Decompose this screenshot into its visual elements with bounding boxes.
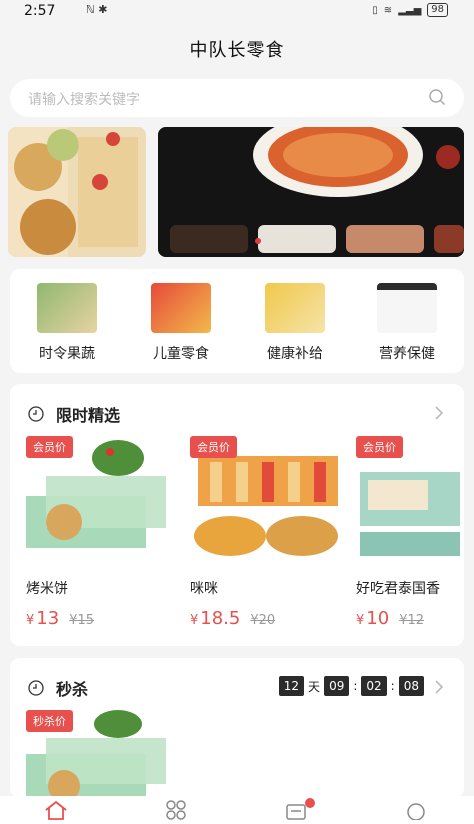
category-image [377,283,437,333]
product-card[interactable]: 会员价 咪咪 ¥18.5 ¥20 [190,436,342,629]
category-label: 时令果蔬 [39,346,95,362]
original-price: ¥12 [399,613,425,628]
search-bar[interactable]: 请输入搜索关键字 [10,79,464,117]
product-prices: ¥13 ¥15 [26,608,178,629]
countdown-seconds: 08 [398,676,424,696]
signal-icon: ▂▃▅ [398,4,422,16]
category-label: 健康补给 [267,346,323,362]
banner-left[interactable] [8,127,146,257]
product-name: 烤米饼 [26,581,68,597]
member-price-badge: 会员价 [26,436,73,458]
product-price: ¥13 [26,608,60,629]
wifi-icon: ≋ [383,4,393,16]
section-title: 秒杀 [56,680,89,699]
product-image: 秒杀价 [26,710,178,798]
product-card[interactable]: 会员价 好吃君泰国香 ¥10 ¥12 [356,436,464,629]
category-health-supply[interactable]: 健康补给 [240,283,350,363]
product-price: ¥10 [356,608,390,629]
category-image [151,283,211,333]
flash-product-card[interactable]: 秒杀价 [26,710,178,798]
category-seasonal-fruits[interactable]: 时令果蔬 [12,283,122,363]
day-unit: 天 [308,679,321,694]
product-name: 好吃君泰国香 [356,581,440,597]
status-time: 2:57 [24,3,56,19]
bottom-tab-bar [0,796,474,824]
home-icon[interactable] [44,800,68,820]
flash-sale-section: 秒杀 12 天 09 : 02 : 08 秒杀价 [10,658,464,798]
product-prices: ¥18.5 ¥20 [190,608,342,629]
category-label: 儿童零食 [153,346,209,362]
profile-icon[interactable] [404,800,428,820]
flash-price-badge: 秒杀价 [26,710,73,732]
section-title: 限时精选 [56,406,121,425]
product-card[interactable]: 会员价 烤米饼 ¥13 ¥15 [26,436,178,629]
rice-cracker-banner-image [8,127,146,257]
chevron-right-icon[interactable] [434,679,444,695]
status-bar: 2:57 ℕ ✱ ▯ ≋ ▂▃▅ 98 [0,0,474,24]
vibrate-icon: ▯ [372,4,378,16]
product-image: 会员价 [190,436,342,564]
category-label: 营养保健 [379,346,435,362]
original-price: ¥20 [250,613,276,628]
noodle-banner-image [158,127,464,257]
page-title: 中队长零食 [189,40,285,61]
section-header: 秒杀 [28,676,88,700]
time-separator: : [353,679,358,693]
limited-time-section: 限时精选 会员价 烤米饼 ¥13 ¥15 会员价 咪咪 ¥ 18.5 ¥20 会… [10,384,464,646]
countdown-timer: 12 天 09 : 02 : 08 [278,676,424,696]
product-prices: ¥10 ¥12 [356,608,464,629]
time-separator: : [390,679,395,693]
cart-badge-dot [305,798,315,808]
search-placeholder: 请输入搜索关键字 [28,92,140,108]
category-icon[interactable] [164,800,188,820]
countdown-days: 12 [278,676,305,696]
original-price: ¥15 [69,613,95,628]
product-name: 咪咪 [190,581,218,597]
nfc-bluetooth-icons: ℕ ✱ [86,3,108,16]
banner-main[interactable] [158,127,464,257]
category-card: 时令果蔬 儿童零食 健康补给 营养保健 [10,269,464,373]
product-image: 会员价 [26,436,178,564]
member-price-badge: 会员价 [190,436,237,458]
search-icon[interactable] [428,88,446,106]
product-image: 会员价 [356,436,464,564]
category-kids-snacks[interactable]: 儿童零食 [126,283,236,363]
chevron-right-icon[interactable] [434,405,444,421]
category-image [37,283,97,333]
status-right: ▯ ≋ ▂▃▅ 98 [372,3,448,17]
clock-icon [28,406,44,422]
battery-icon: 98 [427,3,448,17]
section-header: 限时精选 [28,402,120,426]
clock-icon [28,680,44,696]
member-price-badge: 会员价 [356,436,403,458]
countdown-hours: 09 [324,676,350,696]
category-image [265,283,325,333]
product-price: ¥18.5 [190,608,241,629]
countdown-minutes: 02 [361,676,387,696]
category-nutrition[interactable]: 营养保健 [352,283,462,363]
